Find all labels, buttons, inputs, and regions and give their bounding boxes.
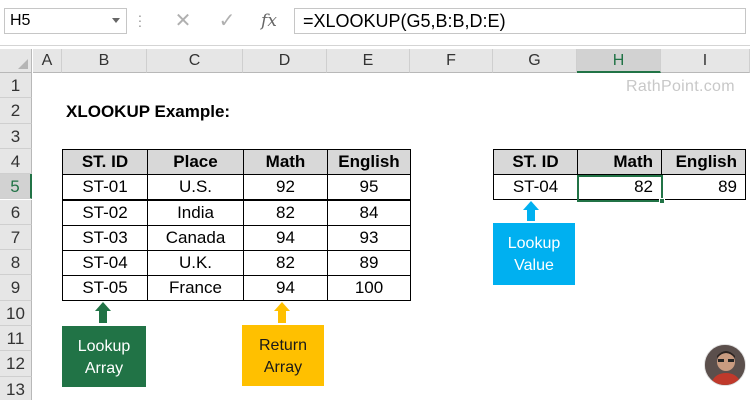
- person-icon: [705, 345, 745, 385]
- table-cell[interactable]: 93: [327, 225, 411, 251]
- row-header-2[interactable]: 2: [0, 98, 32, 124]
- result-cell[interactable]: ST-04: [493, 174, 578, 200]
- lookup-value-callout: Lookup Value: [493, 223, 575, 285]
- column-header-g[interactable]: G: [493, 49, 577, 73]
- row-header-10[interactable]: 10: [0, 300, 32, 326]
- lookup-array-arrow-icon: [95, 302, 111, 311]
- table-header-cell[interactable]: Math: [243, 149, 328, 175]
- column-header-i[interactable]: I: [661, 49, 750, 73]
- row-header-7[interactable]: 7: [0, 224, 32, 251]
- select-all-icon: [18, 59, 28, 69]
- result-header-cell[interactable]: English: [661, 149, 746, 175]
- enter-icon[interactable]: ✓: [212, 8, 242, 34]
- result-header-cell[interactable]: ST. ID: [493, 149, 578, 175]
- table-header-cell[interactable]: English: [327, 149, 411, 175]
- formula-input[interactable]: =XLOOKUP(G5,B:B,D:E): [294, 8, 746, 34]
- table-cell[interactable]: 89: [327, 250, 411, 276]
- row-header-6[interactable]: 6: [0, 199, 32, 225]
- result-cell[interactable]: 89: [661, 174, 746, 200]
- table-header-cell[interactable]: ST. ID: [62, 149, 148, 175]
- table-cell[interactable]: ST-03: [62, 225, 148, 251]
- lookup-array-line1: Lookup: [77, 338, 131, 355]
- column-header-b[interactable]: B: [62, 49, 147, 73]
- insert-function-icon[interactable]: fx: [254, 8, 284, 34]
- column-header-d[interactable]: D: [243, 49, 327, 73]
- lookup-value-line1: Lookup: [507, 235, 561, 252]
- name-box[interactable]: H5: [4, 8, 127, 34]
- more-options-icon[interactable]: · · ·: [136, 8, 144, 32]
- table-cell[interactable]: U.S.: [147, 174, 244, 200]
- table-cell[interactable]: 100: [327, 275, 411, 301]
- select-all-corner[interactable]: [0, 49, 32, 73]
- table-cell[interactable]: 82: [243, 250, 328, 276]
- table-cell[interactable]: 84: [327, 200, 411, 226]
- column-header-e[interactable]: E: [327, 49, 410, 73]
- column-header-c[interactable]: C: [147, 49, 243, 73]
- table-cell[interactable]: 82: [243, 200, 328, 226]
- watermark: RathPoint.com: [626, 78, 735, 95]
- cancel-icon[interactable]: ✕: [168, 8, 198, 34]
- column-header-a[interactable]: A: [33, 49, 62, 73]
- return-array-line1: Return: [258, 337, 308, 354]
- lookup-value-arrow-icon: [523, 201, 539, 210]
- active-cell-selection[interactable]: [577, 175, 663, 202]
- row-header-11[interactable]: 11: [0, 326, 32, 352]
- table-cell[interactable]: 92: [243, 174, 328, 200]
- row-header-3[interactable]: 3: [0, 123, 32, 149]
- return-array-callout: Return Array: [242, 325, 324, 386]
- name-box-value: H5: [10, 12, 31, 29]
- table-cell[interactable]: ST-01: [62, 174, 148, 200]
- lookup-array-callout: Lookup Array: [62, 326, 146, 387]
- table-cell[interactable]: 94: [243, 275, 328, 301]
- formula-buttons: ✕ ✓ fx: [162, 8, 288, 34]
- table-cell[interactable]: Canada: [147, 225, 244, 251]
- column-header-f[interactable]: F: [410, 49, 493, 73]
- row-header-9[interactable]: 9: [0, 275, 32, 301]
- row-header-8[interactable]: 8: [0, 250, 32, 276]
- table-cell[interactable]: 94: [243, 225, 328, 251]
- return-array-arrow-stem: [278, 309, 286, 323]
- table-cell[interactable]: ST-05: [62, 275, 148, 301]
- row-header-12[interactable]: 12: [0, 351, 32, 377]
- lookup-value-line2: Value: [514, 257, 554, 274]
- table-cell[interactable]: 95: [327, 174, 411, 200]
- return-array-arrow-icon: [274, 302, 290, 311]
- table-header-cell[interactable]: Place: [147, 149, 244, 175]
- return-array-line2: Array: [263, 359, 303, 376]
- row-header-1[interactable]: 1: [0, 73, 32, 99]
- result-header-cell[interactable]: Math: [577, 149, 662, 175]
- table-cell[interactable]: ST-02: [62, 200, 148, 226]
- column-header-h[interactable]: H: [577, 49, 661, 73]
- sheet-title: XLOOKUP Example:: [66, 102, 231, 121]
- table-cell[interactable]: India: [147, 200, 244, 226]
- table-cell[interactable]: France: [147, 275, 244, 301]
- row-header-4[interactable]: 4: [0, 148, 32, 175]
- lookup-array-arrow-stem: [99, 309, 107, 323]
- row-header-13[interactable]: 13: [0, 376, 32, 400]
- lookup-array-line2: Array: [84, 360, 124, 377]
- table-cell[interactable]: ST-04: [62, 250, 148, 276]
- chevron-down-icon[interactable]: [112, 18, 120, 23]
- author-avatar: [704, 344, 746, 386]
- table-cell[interactable]: U.K.: [147, 250, 244, 276]
- row-header-5[interactable]: 5: [0, 174, 32, 200]
- formula-bar: H5 · · · ✕ ✓ fx =XLOOKUP(G5,B:B,D:E): [0, 0, 750, 46]
- fill-handle[interactable]: [659, 198, 665, 204]
